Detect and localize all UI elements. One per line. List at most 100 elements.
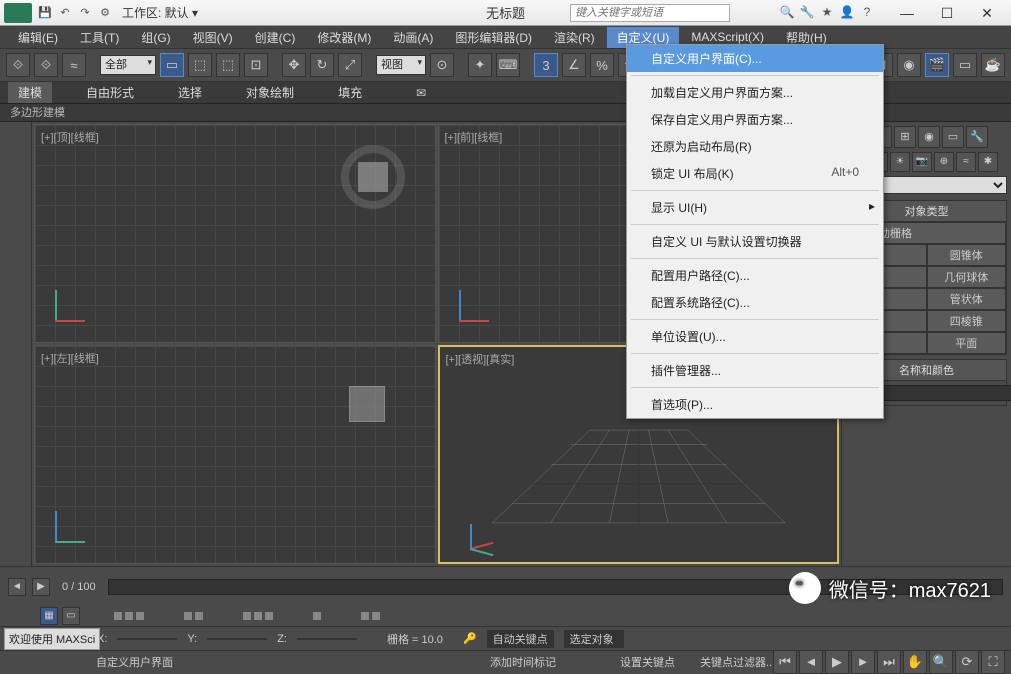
key-filter-button[interactable]: 关键点过滤器...: [700, 654, 775, 670]
nav-max-icon[interactable]: ⛶: [981, 650, 1005, 674]
render-frame-icon[interactable]: ▭: [953, 53, 977, 77]
menu-option[interactable]: 单位设置(U)...: [627, 323, 883, 350]
selected-dropdown[interactable]: 选定对象: [564, 630, 624, 648]
menu-option[interactable]: 自定义 UI 与默认设置切换器: [627, 228, 883, 255]
window-cross-icon[interactable]: ⊡: [244, 53, 268, 77]
scale-tool-icon[interactable]: ⤢: [338, 53, 362, 77]
menu-option[interactable]: 配置系统路径(C)...: [627, 289, 883, 316]
menu-option[interactable]: 插件管理器...: [627, 357, 883, 384]
workspace-selector[interactable]: 工作区: 默认 ▾: [122, 4, 198, 21]
space-warps-icon[interactable]: ≈: [956, 152, 976, 172]
object-type-button[interactable]: 几何球体: [927, 266, 1007, 288]
menu-item-5[interactable]: 修改器(M): [307, 27, 381, 48]
systems-icon[interactable]: ✱: [978, 152, 998, 172]
close-button[interactable]: ✕: [967, 1, 1007, 25]
timeline-prev-icon[interactable]: ◄: [8, 578, 26, 596]
app-logo[interactable]: [4, 3, 32, 23]
ribbon-tab-2[interactable]: 选择: [168, 82, 212, 103]
pivot-icon[interactable]: ⊙: [430, 53, 454, 77]
menu-item-6[interactable]: 动画(A): [383, 27, 443, 48]
user-icon[interactable]: 👤: [839, 5, 855, 21]
rotate-tool-icon[interactable]: ↻: [310, 53, 334, 77]
mail-icon[interactable]: ✉: [416, 86, 426, 100]
nav-orbit-icon[interactable]: ⟳: [955, 650, 979, 674]
manip-icon[interactable]: ✦: [468, 53, 492, 77]
motion-tab-icon[interactable]: ◉: [918, 126, 940, 148]
viewport-top[interactable]: [+][顶][线框]: [34, 124, 436, 343]
viewcube-icon[interactable]: [349, 386, 385, 422]
link-tool-icon[interactable]: ⟐: [6, 53, 30, 77]
link-icon[interactable]: ⚙: [96, 4, 114, 22]
key-icon[interactable]: 🔑: [463, 632, 477, 645]
move-tool-icon[interactable]: ✥: [282, 53, 306, 77]
hierarchy-tab-icon[interactable]: ⊞: [894, 126, 916, 148]
ribbon-tab-1[interactable]: 自由形式: [76, 82, 144, 103]
menu-option[interactable]: 显示 UI(H)▸: [627, 194, 883, 221]
prev-frame-icon[interactable]: ◄: [799, 650, 823, 674]
rect-select-icon[interactable]: ⬚: [216, 53, 240, 77]
helpers-icon[interactable]: ⊕: [934, 152, 954, 172]
menu-item-0[interactable]: 编辑(E): [8, 27, 68, 48]
select-tool-icon[interactable]: ▭: [160, 53, 184, 77]
object-type-button[interactable]: 管状体: [927, 288, 1007, 310]
selection-filter-dropdown[interactable]: 全部: [100, 55, 156, 75]
menu-option[interactable]: 自定义用户界面(C)...: [627, 45, 883, 72]
maximize-button[interactable]: ☐: [927, 1, 967, 25]
menu-option[interactable]: 加载自定义用户界面方案...: [627, 79, 883, 106]
menu-item-2[interactable]: 组(G): [131, 27, 180, 48]
render-setup-icon[interactable]: 🎬: [925, 53, 949, 77]
nav-pan-icon[interactable]: ✋: [903, 650, 927, 674]
lights-icon[interactable]: ☀: [890, 152, 910, 172]
object-type-button[interactable]: 四棱锥: [927, 310, 1007, 332]
star-icon[interactable]: ★: [819, 5, 835, 21]
percent-snap-icon[interactable]: %: [590, 53, 614, 77]
menu-option[interactable]: 还原为启动布局(R): [627, 133, 883, 160]
ribbon-tab-3[interactable]: 对象绘制: [236, 82, 304, 103]
viewport-left[interactable]: [+][左][线框]: [34, 345, 436, 564]
y-coord-field[interactable]: [207, 638, 267, 640]
menu-item-8[interactable]: 渲染(R): [544, 27, 605, 48]
undo-icon[interactable]: ↶: [56, 4, 74, 22]
menu-item-1[interactable]: 工具(T): [70, 27, 129, 48]
play-icon[interactable]: ▶: [825, 650, 849, 674]
ribbon-tab-4[interactable]: 填充: [328, 82, 372, 103]
goto-start-icon[interactable]: ⏮: [773, 650, 797, 674]
nav-zoom-icon[interactable]: 🔍: [929, 650, 953, 674]
track-icon[interactable]: ▭: [62, 607, 80, 625]
minimize-button[interactable]: —: [887, 1, 927, 25]
z-coord-field[interactable]: [297, 638, 357, 640]
cameras-icon[interactable]: 📷: [912, 152, 932, 172]
ref-coord-dropdown[interactable]: 视图: [376, 55, 426, 75]
x-coord-field[interactable]: [117, 638, 177, 640]
menu-item-3[interactable]: 视图(V): [183, 27, 243, 48]
menu-option[interactable]: 首选项(P)...: [627, 391, 883, 418]
tool-icon[interactable]: 🔧: [799, 5, 815, 21]
menu-option[interactable]: 锁定 UI 布局(K)Alt+0: [627, 160, 883, 187]
menu-option[interactable]: 保存自定义用户界面方案...: [627, 106, 883, 133]
track-toggle-icon[interactable]: ▦: [40, 607, 58, 625]
keyboard-icon[interactable]: ⌨: [496, 53, 520, 77]
next-frame-icon[interactable]: ►: [851, 650, 875, 674]
set-key-button[interactable]: 设置关键点: [620, 654, 675, 670]
bind-tool-icon[interactable]: ≈: [62, 53, 86, 77]
display-tab-icon[interactable]: ▭: [942, 126, 964, 148]
object-type-button[interactable]: 圆锥体: [927, 244, 1007, 266]
viewcube-icon[interactable]: [341, 145, 405, 209]
object-type-button[interactable]: 平面: [927, 332, 1007, 354]
ribbon-tab-0[interactable]: 建模: [8, 82, 52, 103]
search-input[interactable]: [570, 4, 730, 22]
add-time-tag[interactable]: 添加时间标记: [490, 654, 556, 670]
save-icon[interactable]: 💾: [36, 4, 54, 22]
material-icon[interactable]: ◉: [897, 53, 921, 77]
select-name-icon[interactable]: ⬚: [188, 53, 212, 77]
help-icon[interactable]: 🔍: [779, 5, 795, 21]
redo-icon[interactable]: ↷: [76, 4, 94, 22]
unlink-tool-icon[interactable]: ⟐: [34, 53, 58, 77]
menu-item-7[interactable]: 图形编辑器(D): [445, 27, 542, 48]
info-icon[interactable]: ?: [859, 5, 875, 21]
timeline-play-icon[interactable]: ▶: [32, 578, 50, 596]
menu-option[interactable]: 配置用户路径(C)...: [627, 262, 883, 289]
menu-item-4[interactable]: 创建(C): [245, 27, 306, 48]
auto-key-button[interactable]: 自动关键点: [487, 630, 554, 648]
snap-3d-icon[interactable]: 3: [534, 53, 558, 77]
